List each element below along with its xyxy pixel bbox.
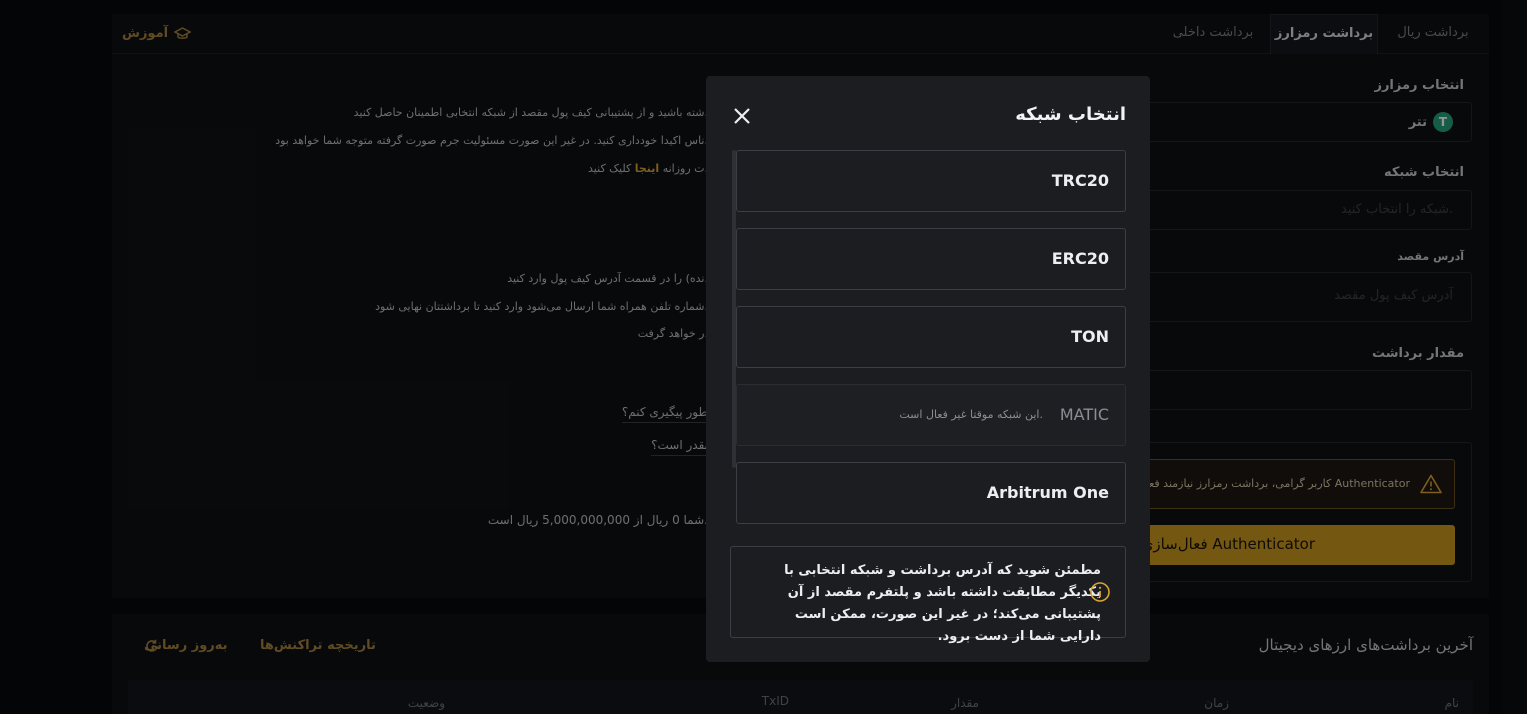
network-option-arbitrum[interactable]: Arbitrum One xyxy=(736,462,1126,524)
network-name: MATIC xyxy=(1059,405,1109,424)
network-name: Arbitrum One xyxy=(986,483,1109,502)
network-select-modal: انتخاب شبکه TRC20 ERC20 TON MATIC این شب… xyxy=(706,76,1150,662)
network-option-matic: MATIC این شبکه موقتا غیر فعال است. xyxy=(736,384,1126,446)
network-name: TRC20 xyxy=(1051,171,1109,190)
modal-title: انتخاب شبکه xyxy=(1015,104,1126,125)
network-disabled-note: این شبکه موقتا غیر فعال است. xyxy=(899,408,1043,421)
network-name: ERC20 xyxy=(1051,249,1109,268)
network-option-erc20[interactable]: ERC20 xyxy=(736,228,1126,290)
network-notice: مطمئن شوید که آدرس برداشت و شبکه انتخابی… xyxy=(730,546,1126,644)
page: برداشت ریال برداشت رمزارز برداشت داخلی آ… xyxy=(0,0,1527,714)
network-option-ton[interactable]: TON xyxy=(736,306,1126,368)
network-notice-text: مطمئن شوید که آدرس برداشت و شبکه انتخابی… xyxy=(784,563,1101,644)
network-name: TON xyxy=(1071,327,1109,346)
info-icon xyxy=(1090,582,1110,602)
network-option-trc20[interactable]: TRC20 xyxy=(736,150,1126,212)
close-icon[interactable] xyxy=(732,106,752,126)
